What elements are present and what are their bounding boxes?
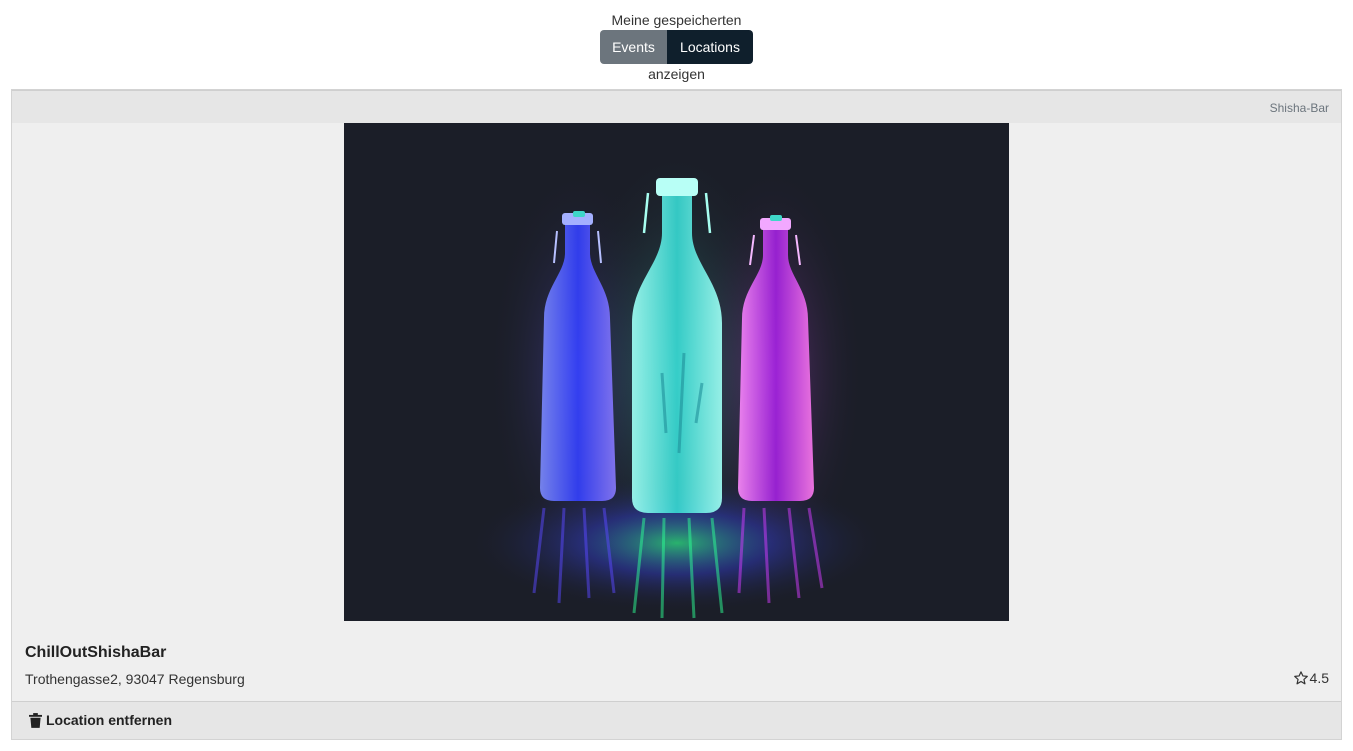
card-footer: Location entfernen xyxy=(12,701,1341,739)
toggle-label-top: Meine gespeicherten xyxy=(611,12,742,28)
rating-value: 4.5 xyxy=(1309,670,1329,686)
location-address: Trothengasse2, 93047 Regensburg xyxy=(25,671,245,687)
events-locations-button-group: Events Locations xyxy=(600,30,753,64)
trash-icon xyxy=(29,712,42,728)
events-button[interactable]: Events xyxy=(600,30,667,64)
category-label: Shisha-Bar xyxy=(1269,101,1329,115)
rating: 4.5 xyxy=(1293,670,1329,686)
remove-location-button[interactable]: Location entfernen xyxy=(29,712,172,728)
card-header: Shisha-Bar xyxy=(12,90,1341,123)
remove-location-label: Location entfernen xyxy=(46,712,173,728)
glowing-bottles-photo xyxy=(344,123,1009,621)
location-image xyxy=(344,123,1009,621)
locations-button[interactable]: Locations xyxy=(667,30,753,64)
star-outline-icon xyxy=(1293,671,1308,685)
toggle-label-bottom: anzeigen xyxy=(648,66,705,82)
location-card: Shisha-Bar ChillOutShishaBar Trothengass… xyxy=(11,89,1342,740)
location-name[interactable]: ChillOutShishaBar xyxy=(25,644,166,662)
